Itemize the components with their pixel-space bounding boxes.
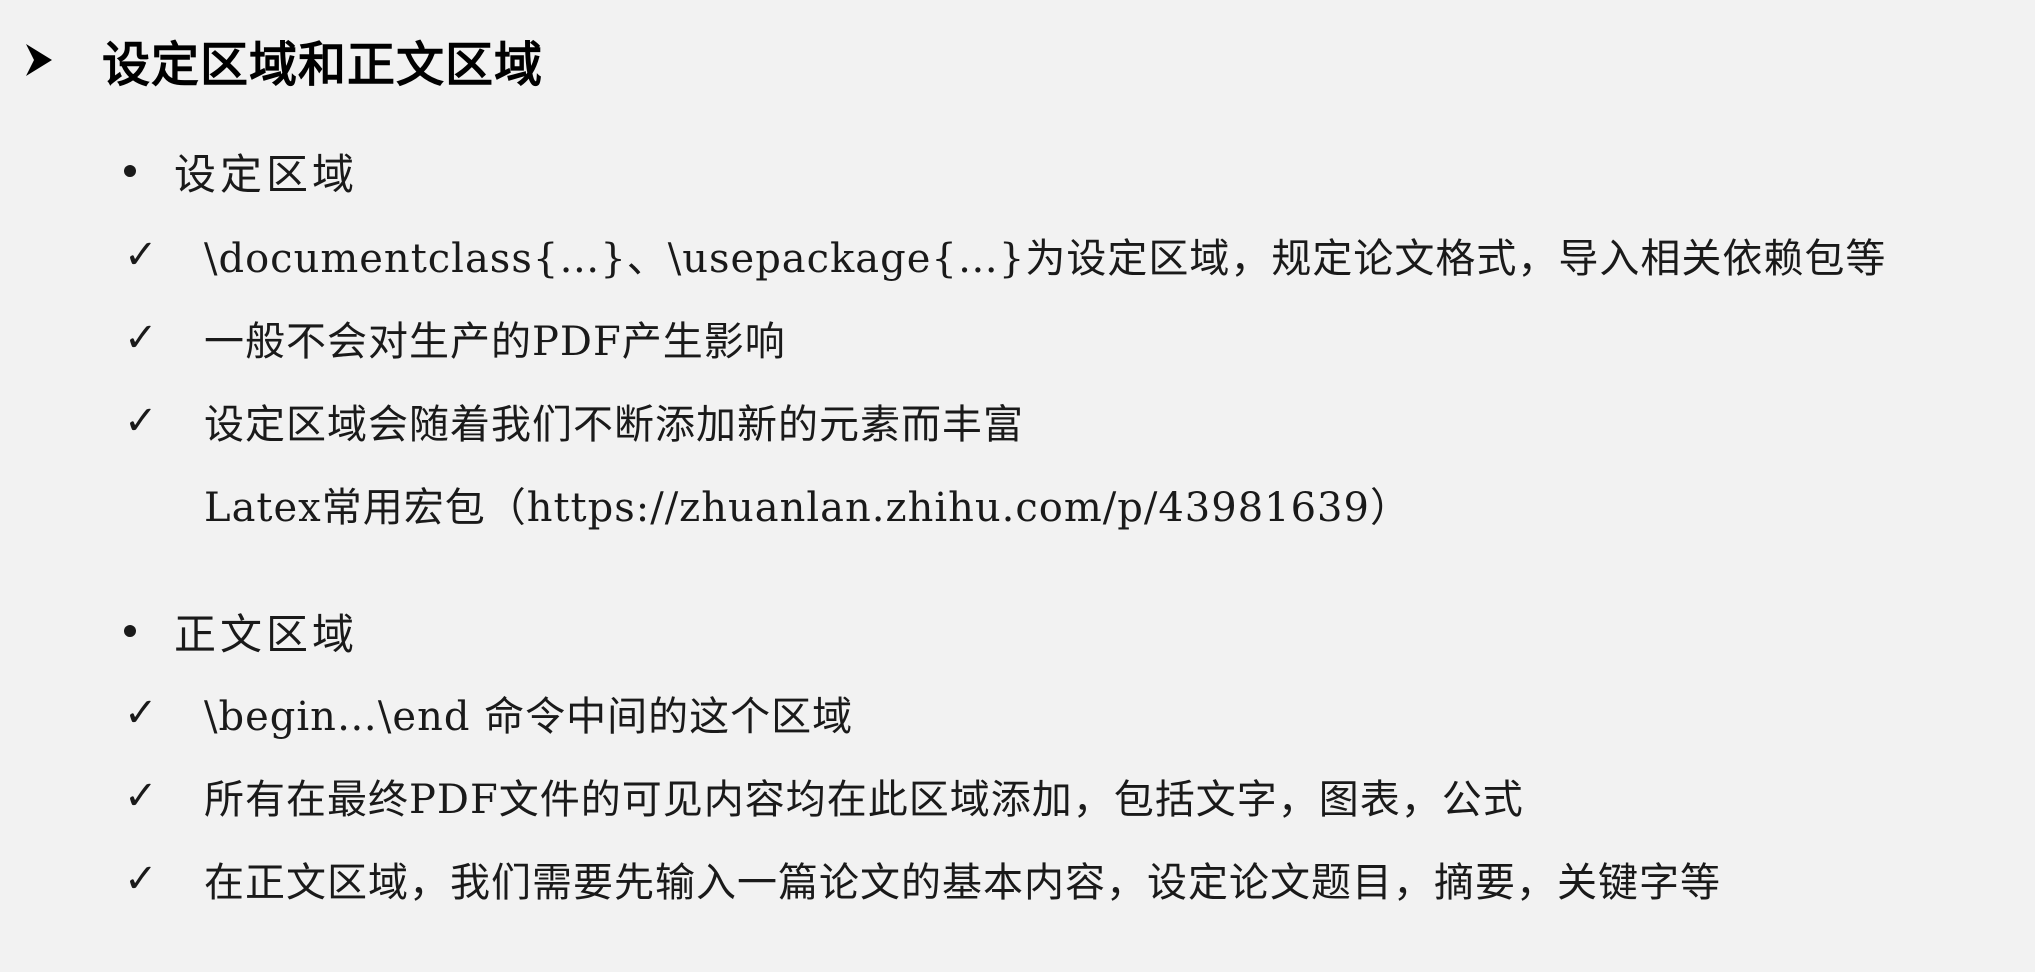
list-item: ✓ 所有在最终PDF文件的可见内容均在此区域添加，包括文字，图表，公式	[0, 761, 2035, 831]
list-item: ✓ \documentclass{…}、\usepackage{…}为设定区域，…	[0, 220, 2035, 290]
checkmark-icon: ✓	[124, 773, 158, 819]
bullet-label: 设定区域	[174, 149, 359, 199]
list-item-text: 设定区域会随着我们不断添加新的元素而丰富	[204, 402, 1024, 448]
list-item-text: 所有在最终PDF文件的可见内容均在此区域添加，包括文字，图表，公式	[204, 777, 1524, 823]
checkmark-icon: ✓	[124, 690, 158, 736]
bullet-dot-icon	[124, 625, 136, 637]
checkmark-icon: ✓	[124, 232, 158, 278]
checkmark-icon: ✓	[124, 856, 158, 902]
list-item-text: \begin…\end 命令中间的这个区域	[204, 694, 854, 740]
section-heading: 设定区域和正文区域	[24, 22, 543, 98]
list-item: ✓ 在正文区域，我们需要先输入一篇论文的基本内容，设定论文题目，摘要，关键字等	[0, 844, 2035, 914]
list-item-text: 在正文区域，我们需要先输入一篇论文的基本内容，设定论文题目，摘要，关键字等	[204, 860, 1721, 906]
bullet-dot-icon	[124, 165, 136, 177]
bullet-body-region: 正文区域	[0, 596, 2035, 666]
arrowhead-bullet-icon	[24, 42, 54, 78]
list-item: ✓ \begin…\end 命令中间的这个区域	[0, 678, 2035, 748]
page-title: 设定区域和正文区域	[102, 37, 544, 93]
reference-note: Latex常用宏包（https://zhuanlan.zhihu.com/p/4…	[0, 469, 2035, 539]
list-item: ✓ 一般不会对生产的PDF产生影响	[0, 303, 2035, 373]
list-item-text: \documentclass{…}、\usepackage{…}为设定区域，规定…	[204, 236, 1887, 282]
checkmark-icon: ✓	[124, 315, 158, 361]
bullet-setting-region: 设定区域	[0, 136, 2035, 206]
list-item-text: 一般不会对生产的PDF产生影响	[204, 319, 786, 365]
list-item: ✓ 设定区域会随着我们不断添加新的元素而丰富	[0, 386, 2035, 456]
bullet-label: 正文区域	[174, 609, 359, 659]
checkmark-icon: ✓	[124, 398, 158, 444]
reference-note-text: Latex常用宏包（https://zhuanlan.zhihu.com/p/4…	[204, 485, 1411, 531]
